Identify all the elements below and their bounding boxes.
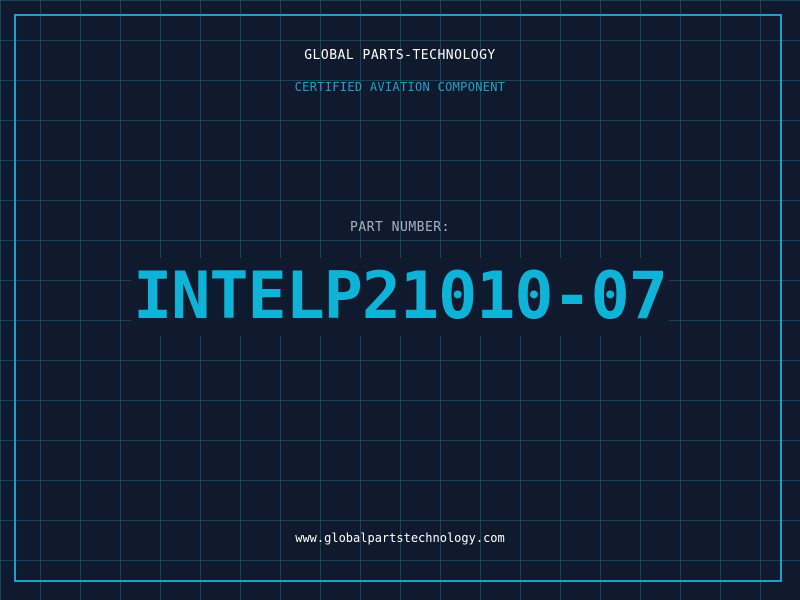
part-number-container: INTELP21010-07 <box>0 258 800 336</box>
company-name: GLOBAL PARTS-TECHNOLOGY <box>304 48 496 63</box>
part-number-value: INTELP21010-07 <box>131 258 669 336</box>
certificate-canvas: GLOBAL PARTS-TECHNOLOGY CERTIFIED AVIATI… <box>0 0 800 600</box>
website-url[interactable]: www.globalpartstechnology.com <box>0 531 800 545</box>
part-number-label: PART NUMBER: <box>350 220 450 235</box>
company-tagline: CERTIFIED AVIATION COMPONENT <box>294 80 506 94</box>
